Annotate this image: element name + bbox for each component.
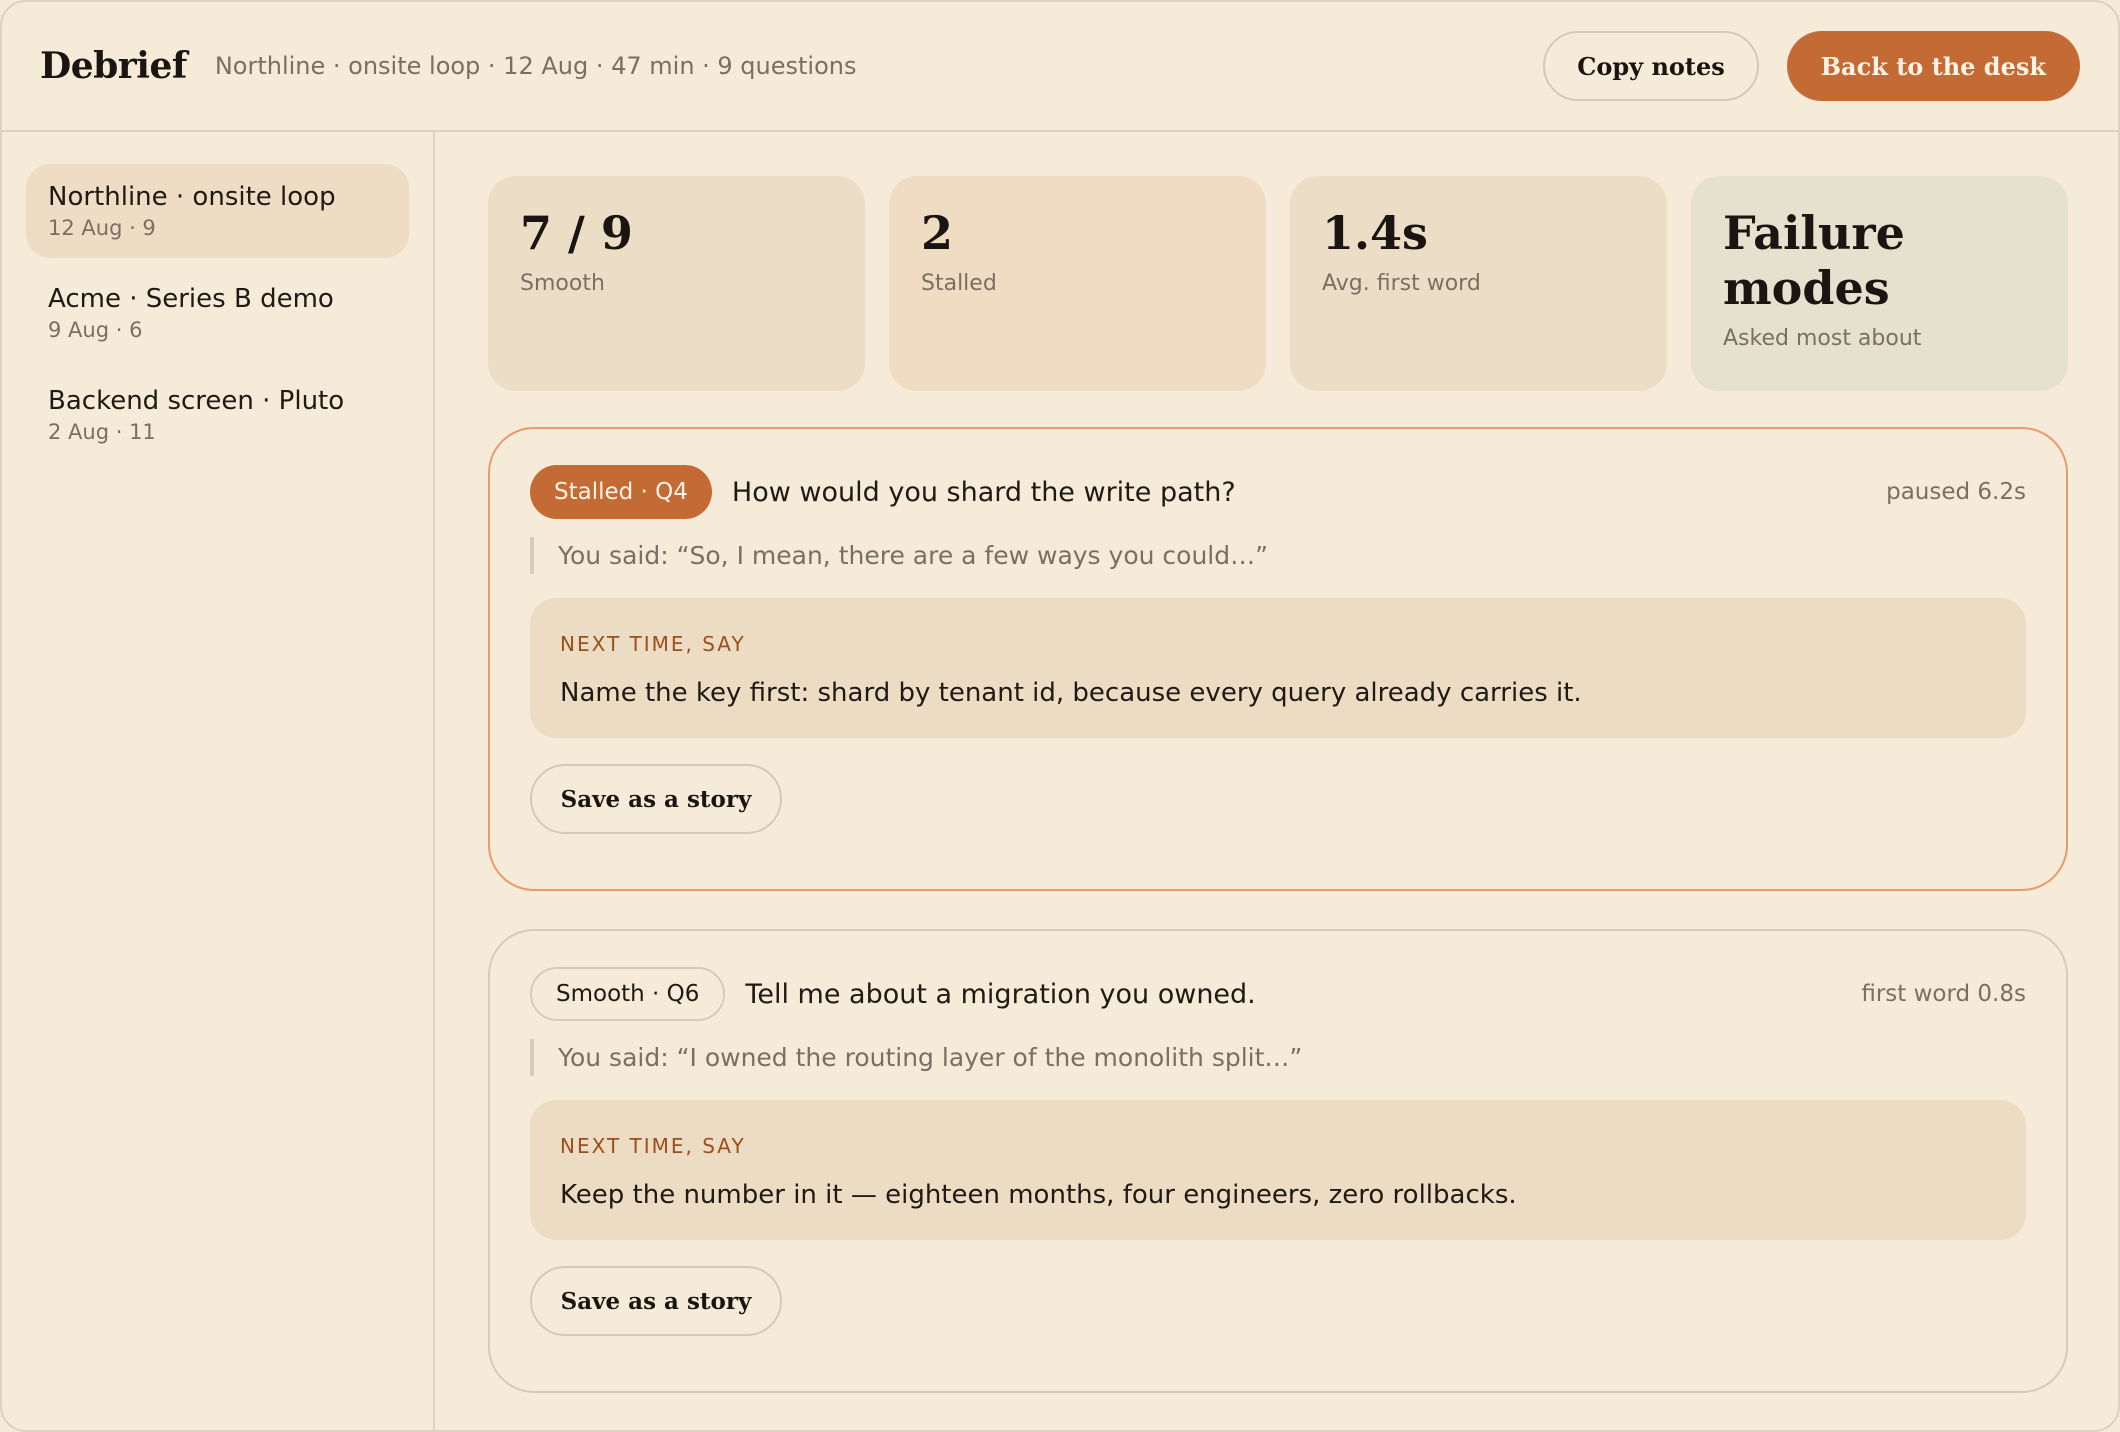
advice-box: NEXT TIME, SAY Name the key first: shard… [530, 598, 2026, 738]
header: Debrief Northline · onsite loop · 12 Aug… [2, 2, 2118, 132]
stat-value: 1.4s [1322, 206, 1428, 260]
question-text: Tell me about a migration you owned. [745, 978, 1256, 1010]
question-card-smooth: Smooth · Q6 Tell me about a migration yo… [488, 929, 2068, 1393]
card-header: Stalled · Q4 How would you shard the wri… [530, 465, 2026, 519]
timing-meta: paused 6.2s [1886, 479, 2026, 505]
stats-row: 7 / 9 Smooth 2 Stalled 1.4s Avg. first w… [488, 176, 2068, 391]
advice-text: Name the key first: shard by tenant id, … [560, 678, 1582, 708]
advice-label: NEXT TIME, SAY [560, 1134, 746, 1158]
session-meta: Northline · onsite loop · 12 Aug · 47 mi… [214, 52, 857, 80]
stat-label: Stalled [921, 271, 997, 297]
back-to-desk-button[interactable]: Back to the desk [1786, 31, 2080, 101]
stat-card-smooth: 7 / 9 Smooth [488, 176, 865, 391]
card-header: Smooth · Q6 Tell me about a migration yo… [530, 967, 2026, 1021]
app-title: Debrief [40, 45, 187, 87]
stat-value: 7 / 9 [520, 206, 633, 260]
question-text: How would you shard the write path? [731, 476, 1236, 508]
sidebar-item-acme[interactable]: Acme · Series B demo 9 Aug · 6 [26, 266, 409, 360]
app-window: Debrief Northline · onsite loop · 12 Aug… [0, 0, 2120, 1432]
save-as-story-button[interactable]: Save as a story [530, 1266, 782, 1336]
sidebar-item-subtitle: 9 Aug · 6 [48, 318, 143, 342]
copy-notes-button[interactable]: Copy notes [1543, 31, 1759, 101]
stat-label: Avg. first word [1322, 271, 1481, 297]
header-actions: Copy notes Back to the desk [1543, 31, 2080, 101]
stat-card-stalled: 2 Stalled [889, 176, 1266, 391]
answer-quote: You said: “So, I mean, there are a few w… [530, 537, 2026, 574]
sidebar-item-title: Northline · onsite loop [48, 182, 336, 212]
save-as-story-button[interactable]: Save as a story [530, 764, 782, 834]
stat-card-topic: Failure modes Asked most about [1691, 176, 2068, 391]
stat-label: Smooth [520, 271, 605, 297]
answer-quote: You said: “I owned the routing layer of … [530, 1039, 2026, 1076]
timing-meta: first word 0.8s [1861, 981, 2026, 1007]
question-card-stalled: Stalled · Q4 How would you shard the wri… [488, 427, 2068, 891]
sidebar-item-subtitle: 2 Aug · 11 [48, 420, 156, 444]
advice-box: NEXT TIME, SAY Keep the number in it — e… [530, 1100, 2026, 1240]
sidebar-item-subtitle: 12 Aug · 9 [48, 216, 156, 240]
sidebar-item-backend-screen[interactable]: Backend screen · Pluto 2 Aug · 11 [26, 368, 409, 462]
sidebar-item-title: Acme · Series B demo [48, 284, 334, 314]
sidebar-item-northline[interactable]: Northline · onsite loop 12 Aug · 9 [26, 164, 409, 258]
status-badge: Stalled · Q4 [530, 465, 712, 519]
stat-card-first-word: 1.4s Avg. first word [1290, 176, 1667, 391]
advice-text: Keep the number in it — eighteen months,… [560, 1180, 1517, 1210]
sidebar-item-title: Backend screen · Pluto [48, 386, 345, 416]
main-content: 7 / 9 Smooth 2 Stalled 1.4s Avg. first w… [488, 176, 2068, 1393]
sidebar: Northline · onsite loop 12 Aug · 9 Acme … [2, 132, 435, 1430]
stat-value: 2 [921, 206, 954, 260]
stat-value: Failure modes [1723, 206, 1905, 316]
stat-label: Asked most about [1723, 326, 1922, 352]
advice-label: NEXT TIME, SAY [560, 632, 746, 656]
status-badge: Smooth · Q6 [530, 967, 726, 1021]
